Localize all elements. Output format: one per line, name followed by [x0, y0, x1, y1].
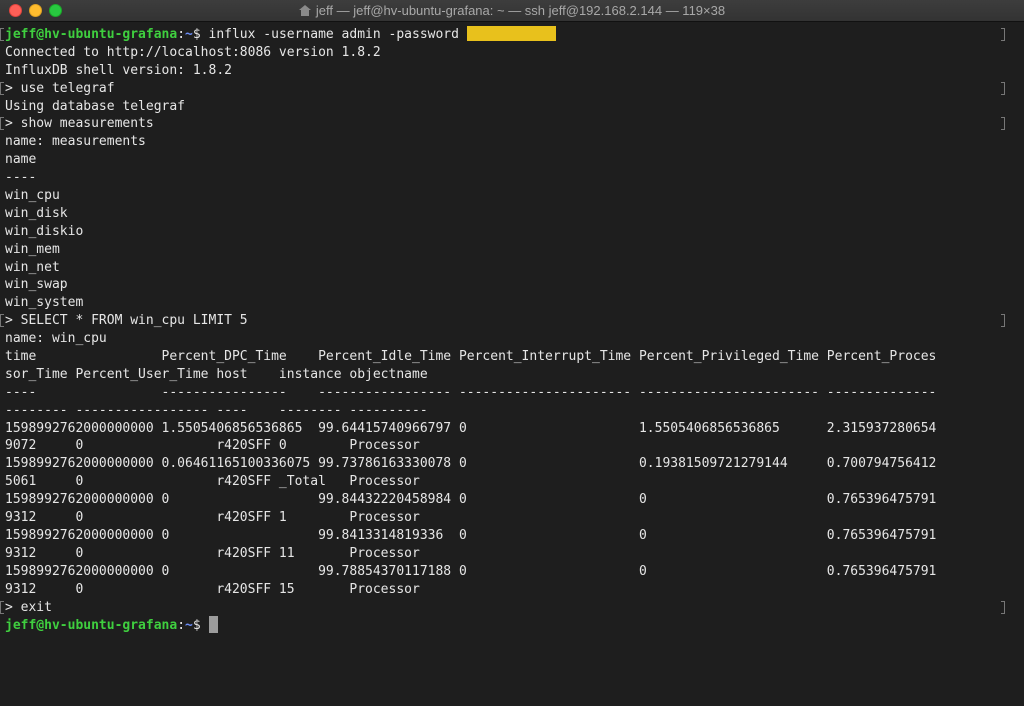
prompt-line: jeff@hv-ubuntu-grafana:~$ influx -userna…	[0, 26, 1005, 44]
measurement-item: win_cpu	[5, 188, 60, 204]
output-line: name: measurements	[5, 134, 146, 150]
prompt-path: ~	[185, 27, 193, 42]
line-mark-right	[1001, 28, 1005, 41]
command-line: > exit	[0, 599, 1005, 617]
measurement-item: win_system	[5, 295, 84, 311]
command-line: > show measurements	[0, 115, 1005, 133]
output-line: Connected to http://localhost:8086 versi…	[5, 44, 381, 60]
table-row: 1598992762000000000 0.06461165100336075 …	[5, 456, 937, 472]
table-header: time Percent_DPC_Time Percent_Idle_Time …	[5, 349, 937, 365]
command-text: > use telegraf	[5, 80, 115, 96]
prompt-symbol: $	[192, 618, 209, 634]
table-row: 1598992762000000000 1.5505406856536865 9…	[5, 420, 937, 436]
window-title-text: jeff — jeff@hv-ubuntu-grafana: ~ — ssh j…	[315, 3, 726, 18]
command-text: > exit	[5, 599, 52, 615]
active-prompt-line: jeff@hv-ubuntu-grafana:~$	[5, 616, 1005, 634]
output-line: name: win_cpu	[5, 331, 107, 347]
measurement-item: win_diskio	[5, 223, 84, 239]
command-line: > use telegraf	[0, 80, 1005, 98]
output-line: Using database telegraf	[5, 98, 186, 114]
terminal-output[interactable]: jeff@hv-ubuntu-grafana:~$ influx -userna…	[0, 26, 1005, 696]
table-row-wrap: 9312 0 r420SFF 11 Processor	[5, 545, 420, 561]
table-header: sor_Time Percent_User_Time host instance…	[5, 366, 428, 382]
measurement-item: win_net	[5, 259, 60, 275]
prompt-user-host: jeff@hv-ubuntu-grafana	[5, 618, 178, 634]
table-row: 1598992762000000000 0 99.78854370117188 …	[5, 563, 937, 579]
prompt-symbol: $	[192, 27, 209, 42]
title-bar[interactable]: jeff — jeff@hv-ubuntu-grafana: ~ — ssh j…	[0, 0, 1024, 22]
table-row-wrap: 9072 0 r420SFF 0 Processor	[5, 438, 420, 454]
window-title: jeff — jeff@hv-ubuntu-grafana: ~ — ssh j…	[0, 0, 1024, 22]
line-mark-left	[0, 28, 4, 41]
command-line: > SELECT * FROM win_cpu LIMIT 5	[0, 312, 1005, 330]
table-row: 1598992762000000000 0 99.84432220458984 …	[5, 492, 937, 508]
login-command: influx -username admin -password	[208, 27, 459, 42]
command-text: > SELECT * FROM win_cpu LIMIT 5	[5, 313, 248, 329]
command-text: > show measurements	[5, 116, 154, 132]
output-line: InfluxDB shell version: 1.8.2	[5, 62, 232, 78]
prompt-user-host: jeff@hv-ubuntu-grafana	[5, 27, 178, 42]
table-row-wrap: 9312 0 r420SFF 15 Processor	[5, 581, 420, 597]
measurement-item: win_disk	[5, 205, 68, 221]
table-row: 1598992762000000000 0 99.8413314819336 0…	[5, 527, 937, 543]
table-row-wrap: 9312 0 r420SFF 1 Processor	[5, 510, 420, 526]
measurement-item: win_swap	[5, 277, 68, 293]
terminal-window: jeff — jeff@hv-ubuntu-grafana: ~ — ssh j…	[0, 0, 1024, 706]
measurement-item: win_mem	[5, 241, 60, 257]
home-folder-icon	[298, 5, 311, 16]
output-line: name	[5, 152, 37, 168]
table-separator: -------- ----------------- ---- --------…	[5, 402, 428, 418]
output-line: ----	[5, 170, 37, 186]
table-row-wrap: 5061 0 r420SFF _Total Processor	[5, 474, 420, 490]
prompt-path: ~	[185, 618, 193, 634]
table-separator: ---- ---------------- ----------------- …	[5, 384, 937, 400]
text-cursor[interactable]	[208, 616, 218, 634]
redacted-password	[466, 26, 556, 41]
